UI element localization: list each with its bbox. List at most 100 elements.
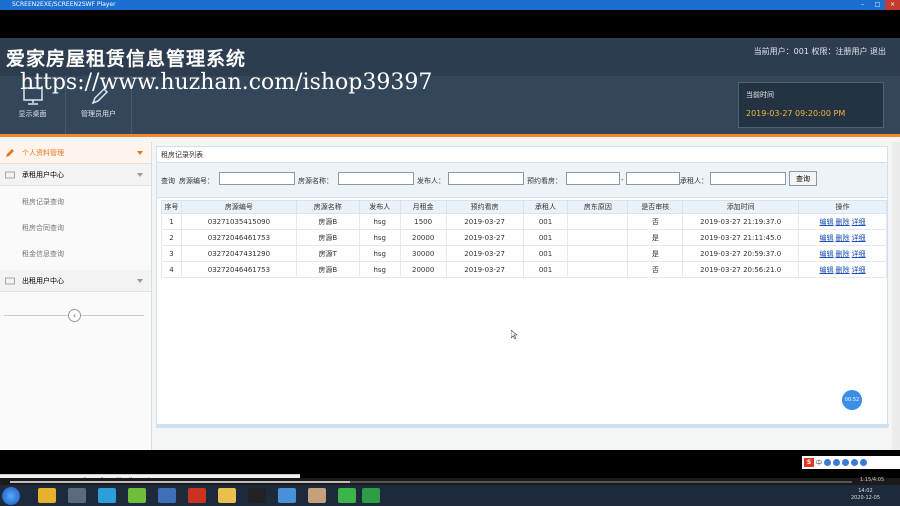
field-label-viewing: 预约看房：	[527, 177, 562, 185]
chrome-icon[interactable]	[38, 488, 56, 503]
table-cell	[567, 229, 629, 246]
ime-option-icon[interactable]	[833, 459, 841, 466]
chevron-down-icon	[137, 151, 143, 155]
table-body: 1 03271035415090 房源B hsg 1500 2019-03-27 001 否 2…	[161, 213, 887, 278]
detail-link[interactable]: 详细	[852, 234, 866, 242]
table-cell: 否	[627, 213, 684, 230]
table-cell: 房源B	[295, 261, 360, 278]
folder-icon[interactable]	[218, 488, 236, 503]
sidebar-item-rental-records[interactable]: 租房记录查询	[0, 189, 151, 215]
ime-option-icon[interactable]	[824, 459, 832, 466]
nav-label: 管理员用户	[81, 110, 116, 118]
table-cell: 20000	[399, 229, 447, 246]
sidebar-group-tenant[interactable]: 承租用户中心	[0, 164, 151, 186]
app-icon[interactable]	[278, 488, 296, 503]
ime-option-icon[interactable]	[860, 459, 868, 466]
sidebar-group-landlord[interactable]: 出租用户中心	[0, 270, 151, 292]
panel-bottom-border	[157, 424, 889, 427]
viewing-date-start-input[interactable]	[566, 172, 620, 185]
row-actions: 编辑 删除 详细	[798, 229, 887, 246]
start-button[interactable]	[2, 487, 20, 505]
minimize-button[interactable]: –	[855, 0, 870, 10]
edit-link[interactable]: 编辑	[820, 218, 834, 226]
table-row: 3 03272047431290 房源T hsg 30000 2019-03-27 001 是…	[161, 245, 887, 262]
app-icon[interactable]	[158, 488, 176, 503]
column-header: 添加时间	[682, 200, 800, 214]
table-cell: 30000	[399, 245, 447, 262]
table-cell: 03272046461753	[180, 261, 297, 278]
tenant-input[interactable]	[710, 172, 786, 185]
row-actions: 编辑 删除 详细	[798, 245, 887, 262]
ime-option-icon[interactable]	[842, 459, 850, 466]
maximize-button[interactable]: □	[870, 0, 885, 10]
table-row: 1 03271035415090 房源B hsg 1500 2019-03-27 001 否 2…	[161, 213, 887, 230]
detail-link[interactable]: 详细	[852, 250, 866, 258]
player-seekbar[interactable]: 1:15/4:05	[0, 477, 900, 485]
column-header: 房东原因	[567, 200, 629, 214]
delete-link[interactable]: 删除	[836, 234, 850, 242]
record-list-panel: 租房记录列表 查询 房源编号： 房源名称： 发布人： 预约看房： - 承租人： …	[156, 146, 889, 428]
wechat-icon[interactable]	[338, 488, 356, 503]
pencil-icon	[6, 149, 14, 157]
app-icon[interactable]	[128, 488, 146, 503]
close-button[interactable]: ×	[885, 0, 900, 10]
field-label-house-name: 房源名称：	[298, 177, 333, 185]
table-cell: 2	[161, 229, 182, 246]
table-cell: 2019-03-27	[445, 245, 524, 262]
system-clock[interactable]: 14:02 2020-12-05	[851, 488, 880, 502]
delete-link[interactable]: 删除	[836, 266, 850, 274]
field-label-publisher: 发布人：	[417, 177, 445, 185]
house-name-input[interactable]	[338, 172, 414, 185]
clock-time: 14:02	[858, 488, 873, 494]
edit-link[interactable]: 编辑	[820, 266, 834, 274]
delete-link[interactable]: 删除	[836, 218, 850, 226]
sidebar-item-rental-contracts[interactable]: 租房合同查询	[0, 215, 151, 241]
delete-link[interactable]: 删除	[836, 250, 850, 258]
table-cell: hsg	[358, 213, 401, 230]
table-cell: 2019-03-27	[445, 261, 524, 278]
detail-link[interactable]: 详细	[852, 218, 866, 226]
column-header: 月租金	[399, 200, 447, 214]
user-info[interactable]: 当前用户：001 权限：注册用户 退出	[754, 46, 886, 57]
ime-language[interactable]: 中	[816, 458, 822, 467]
qq-icon[interactable]	[248, 488, 266, 503]
table-row: 4 03272046461753 房源B hsg 20000 2019-03-27 001 否…	[161, 261, 887, 278]
table-cell: 否	[627, 261, 684, 278]
viewing-date-end-input[interactable]	[626, 172, 680, 185]
app-icon[interactable]	[98, 488, 116, 503]
timer-badge[interactable]: 00:52	[842, 390, 862, 410]
watermark-text: https://www.huzhan.com/ishop39397	[20, 70, 433, 95]
house-no-input[interactable]	[219, 172, 295, 185]
table-cell: 001	[522, 213, 569, 230]
table-cell: 2019-03-27 20:59:37.0	[682, 245, 800, 262]
query-label: 查询	[161, 177, 175, 185]
seek-time: 1:15/4:05	[860, 477, 885, 483]
collapse-sidebar-icon[interactable]: ‹	[68, 309, 81, 322]
folder-icon	[5, 171, 15, 179]
sidebar: 个人资料管理 承租用户中心 租房记录查询 租房合同查询 租金信息查询 出租用户中…	[0, 142, 152, 450]
app-icon[interactable]	[362, 488, 380, 503]
sidebar-submenu: 租房记录查询 租房合同查询 租金信息查询	[0, 186, 151, 270]
edit-link[interactable]: 编辑	[820, 250, 834, 258]
app-icon[interactable]	[308, 488, 326, 503]
sidebar-group-profile[interactable]: 个人资料管理	[0, 142, 151, 164]
vertical-scrollbar[interactable]	[892, 142, 900, 450]
table-cell: hsg	[358, 245, 401, 262]
app-icon[interactable]	[68, 488, 86, 503]
table-cell: 1500	[399, 213, 447, 230]
player-titlebar: SCREEN2EXE/SCREEN2SWF Player – □ ×	[0, 0, 900, 10]
sogou-icon[interactable]: S	[804, 458, 814, 467]
ime-toolbar: S 中	[802, 456, 900, 469]
search-button[interactable]: 查询	[789, 171, 817, 186]
mouse-cursor-icon	[511, 330, 517, 339]
ime-option-icon[interactable]	[851, 459, 859, 466]
edit-link[interactable]: 编辑	[820, 234, 834, 242]
publisher-input[interactable]	[448, 172, 524, 185]
detail-link[interactable]: 详细	[852, 266, 866, 274]
flash-icon[interactable]	[188, 488, 206, 503]
sidebar-divider: ‹	[4, 309, 144, 322]
sidebar-item-rent-info[interactable]: 租金信息查询	[0, 241, 151, 267]
column-header: 序号	[161, 200, 182, 214]
column-header: 房源编号	[180, 200, 297, 214]
table-header-row: 序号 房源编号 房源名称 发布人 月租金 预约看房 承租人 房东原因 是否审核 添加时间 操作	[161, 200, 887, 214]
